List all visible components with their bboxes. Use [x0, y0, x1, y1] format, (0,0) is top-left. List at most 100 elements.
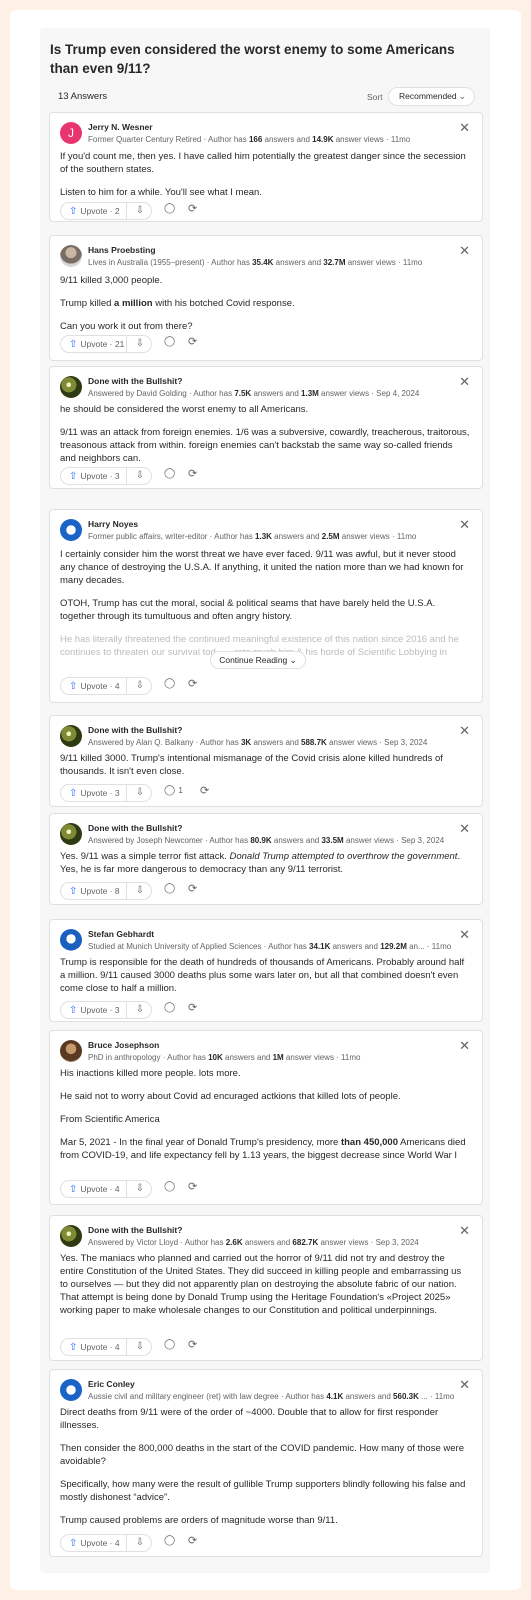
upvote-button[interactable]: ⇧ Upvote · 4: [61, 1181, 127, 1197]
avatar[interactable]: [60, 929, 82, 951]
comment-count: 1: [178, 785, 183, 795]
views-count-value: 1M: [272, 1053, 284, 1062]
author-credential: Answered by David Golding · Author has 7…: [88, 389, 468, 398]
downvote-button[interactable]: ⇩: [129, 1002, 151, 1018]
comment-button[interactable]: ◯: [164, 1002, 175, 1013]
avatar[interactable]: J: [60, 122, 82, 144]
avatar[interactable]: [60, 823, 82, 845]
upvote-button[interactable]: ⇧ Upvote · 8: [61, 883, 127, 899]
close-icon[interactable]: ✕: [459, 1223, 470, 1239]
avatar[interactable]: [60, 1040, 82, 1062]
share-button[interactable]: ⟳: [188, 335, 197, 348]
upvote-button[interactable]: ⇧ Upvote · 4: [61, 1339, 127, 1355]
close-icon[interactable]: ✕: [459, 1377, 470, 1393]
share-button[interactable]: ⟳: [188, 202, 197, 215]
downvote-button[interactable]: ⇩: [129, 1339, 151, 1355]
upvote-label: Upvote · 3: [80, 471, 120, 481]
avatar[interactable]: [60, 1379, 82, 1401]
author-credential: Answered by Joseph Newcomer · Author has…: [88, 836, 468, 845]
share-button[interactable]: ⟳: [188, 677, 197, 690]
sort-dropdown[interactable]: Recommended ⌄: [388, 87, 475, 106]
answer-card: Harry Noyes Former public affairs, write…: [49, 509, 483, 703]
share-button[interactable]: ⟳: [188, 467, 197, 480]
upvote-button[interactable]: ⇧ Upvote · 3: [61, 785, 127, 801]
downvote-icon: ⇩: [135, 205, 145, 216]
answer-card: Eric Conley Aussie civil and military en…: [49, 1369, 483, 1557]
downvote-button[interactable]: ⇩: [129, 1181, 151, 1197]
downvote-button[interactable]: ⇩: [129, 785, 151, 801]
downvote-icon: ⇩: [135, 1341, 145, 1352]
avatar[interactable]: [60, 519, 82, 541]
cred-text: answers and: [271, 532, 322, 541]
upvote-button[interactable]: ⇧ Upvote · 3: [61, 468, 127, 484]
share-icon: ⟳: [188, 1181, 198, 1193]
author-name[interactable]: Done with the Bullshit?: [88, 725, 182, 735]
upvote-button[interactable]: ⇧ Upvote · 4: [61, 678, 127, 694]
comment-button[interactable]: ◯: [164, 678, 175, 689]
views-count-value: 33.5M: [321, 836, 344, 845]
author-name[interactable]: Stefan Gebhardt: [88, 929, 154, 939]
avatar[interactable]: [60, 725, 82, 747]
downvote-button[interactable]: ⇩: [129, 883, 151, 899]
comment-button[interactable]: ◯: [164, 1339, 175, 1350]
comment-button[interactable]: ◯: [164, 468, 175, 479]
comment-button[interactable]: ◯: [164, 883, 175, 894]
share-icon: ⟳: [188, 883, 198, 895]
avatar[interactable]: [60, 376, 82, 398]
answers-count-value: 35.4K: [252, 258, 274, 267]
vote-group: ⇧ Upvote · 8 ⇩: [60, 882, 152, 900]
author-name[interactable]: Done with the Bullshit?: [88, 376, 182, 386]
comment-button[interactable]: ◯: [164, 336, 175, 347]
close-icon[interactable]: ✕: [459, 723, 470, 739]
author-name[interactable]: Jerry N. Wesner: [88, 122, 153, 132]
author-name[interactable]: Eric Conley: [88, 1379, 135, 1389]
author-name[interactable]: Done with the Bullshit?: [88, 823, 182, 833]
answer-paragraph: He said not to worry about Covid ad encu…: [60, 1091, 401, 1102]
close-icon[interactable]: ✕: [459, 374, 470, 390]
share-button[interactable]: ⟳: [188, 1338, 197, 1351]
comment-button[interactable]: ◯: [164, 1535, 175, 1546]
cred-text: an... · 11mo: [406, 942, 452, 951]
upvote-button[interactable]: ⇧ Upvote · 3: [61, 1002, 127, 1018]
author-credential: Lives in Australia (1955–present) · Auth…: [88, 258, 468, 267]
close-icon[interactable]: ✕: [459, 1038, 470, 1054]
downvote-button[interactable]: ⇩: [129, 678, 151, 694]
close-icon[interactable]: ✕: [459, 821, 470, 837]
cred-text: Answered by Joseph Newcomer · Author has: [88, 836, 251, 845]
author-name[interactable]: Bruce Josephson: [88, 1040, 159, 1050]
answer-card: Bruce Josephson PhD in anthropology · Au…: [49, 1030, 483, 1205]
upvote-button[interactable]: ⇧ Upvote · 4: [61, 1535, 127, 1551]
share-button[interactable]: ⟳: [188, 882, 197, 895]
share-button[interactable]: ⟳: [188, 1001, 197, 1014]
author-name[interactable]: Hans Proebsting: [88, 245, 156, 255]
author-name[interactable]: Harry Noyes: [88, 519, 138, 529]
downvote-button[interactable]: ⇩: [129, 336, 151, 352]
upvote-icon: ⇧: [69, 339, 78, 350]
avatar[interactable]: [60, 245, 82, 267]
comment-button[interactable]: ◯ 1: [164, 785, 183, 796]
share-icon: ⟳: [188, 468, 198, 480]
share-button[interactable]: ⟳: [200, 784, 209, 797]
close-icon[interactable]: ✕: [459, 517, 470, 533]
close-icon[interactable]: ✕: [459, 243, 470, 259]
downvote-button[interactable]: ⇩: [129, 203, 151, 219]
avatar[interactable]: [60, 1225, 82, 1247]
share-button[interactable]: ⟳: [188, 1180, 197, 1193]
answer-body: Yes. The maniacs who planned and carried…: [60, 1252, 470, 1327]
upvote-label: Upvote · 3: [80, 1005, 120, 1015]
close-icon[interactable]: ✕: [459, 120, 470, 136]
continue-reading-label: Continue Reading: [219, 655, 288, 665]
close-icon[interactable]: ✕: [459, 927, 470, 943]
downvote-button[interactable]: ⇩: [129, 1535, 151, 1551]
upvote-button[interactable]: ⇧ Upvote · 2: [61, 203, 127, 219]
upvote-icon: ⇧: [69, 1342, 78, 1353]
cred-text: answers and: [251, 389, 302, 398]
continue-reading-button[interactable]: Continue Reading ⌄: [210, 651, 306, 669]
downvote-button[interactable]: ⇩: [129, 468, 151, 484]
share-icon: ⟳: [188, 678, 198, 690]
author-name[interactable]: Done with the Bullshit?: [88, 1225, 182, 1235]
upvote-button[interactable]: ⇧ Upvote · 21: [61, 336, 127, 352]
comment-button[interactable]: ◯: [164, 203, 175, 214]
share-button[interactable]: ⟳: [188, 1534, 197, 1547]
comment-button[interactable]: ◯: [164, 1181, 175, 1192]
